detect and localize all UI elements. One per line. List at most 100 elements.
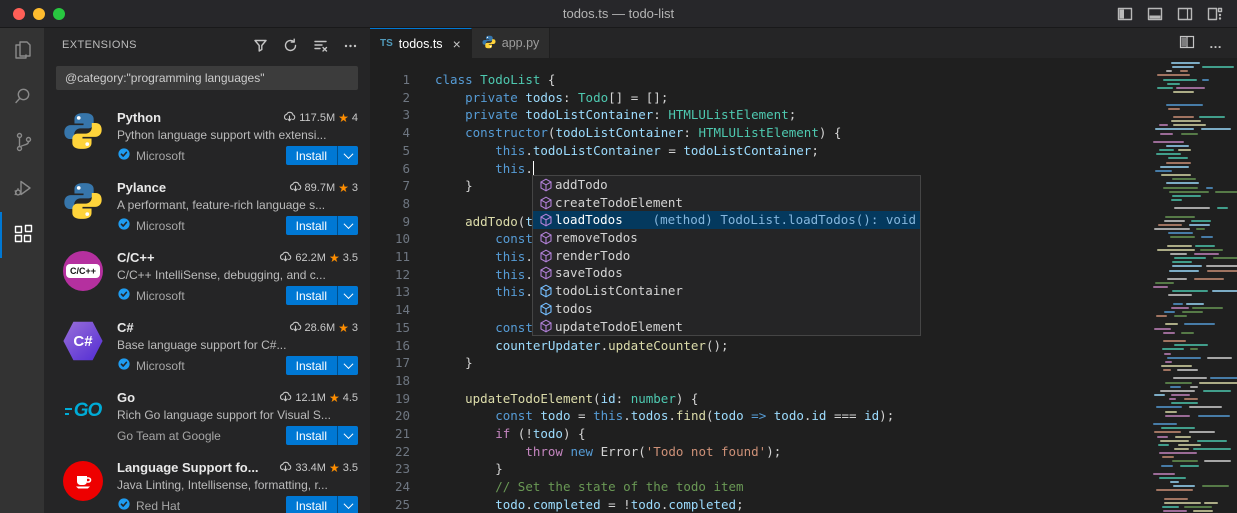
extension-item-pylance[interactable]: Pylance 89.7M ★ 3 A performant, feature-… — [44, 168, 370, 238]
download-count: 89.7M — [305, 182, 336, 194]
line-number: 22 — [370, 443, 410, 461]
field-icon — [536, 301, 555, 317]
extension-item-go[interactable]: GO Go 12.1M ★ 4.5 Rich Go language suppo… — [44, 378, 370, 448]
activity-bar-run-debug[interactable] — [0, 166, 44, 212]
install-button[interactable]: Install — [286, 496, 358, 513]
activity-bar-search[interactable] — [0, 74, 44, 120]
publisher-name: Microsoft — [136, 219, 185, 233]
extensions-search-box[interactable] — [56, 66, 358, 90]
chevron-down-icon — [343, 149, 353, 159]
method-icon — [536, 318, 555, 334]
extension-logo — [62, 180, 104, 222]
tab-todos-ts[interactable]: TS todos.ts × — [370, 28, 472, 58]
suggestion-label: updateTodoElement — [555, 318, 683, 336]
minimap[interactable] — [1149, 58, 1237, 513]
suggestion-detail: (method) TodoList.loadTodos(): void — [653, 211, 916, 229]
line-number: 15 — [370, 319, 410, 337]
install-dropdown-button[interactable] — [337, 216, 358, 235]
toggle-primary-sidebar-icon[interactable] — [1117, 6, 1133, 22]
suggestion-addTodo[interactable]: addTodo — [533, 176, 920, 194]
extension-item-c-c[interactable]: C/C++ C/C++ 62.2M ★ 3.5 C/C++ IntelliSen… — [44, 238, 370, 308]
rating-value: 3.5 — [343, 462, 358, 474]
extensions-search-input[interactable] — [57, 71, 357, 85]
suggestion-todoListContainer[interactable]: todoListContainer — [533, 282, 920, 300]
install-button[interactable]: Install — [286, 356, 358, 375]
rating-value: 4 — [352, 112, 358, 124]
verified-publisher-icon — [117, 357, 131, 374]
publisher-name: Go Team at Google — [117, 429, 221, 443]
extension-name: C/C++ — [117, 250, 155, 265]
star-icon: ★ — [329, 461, 340, 475]
toggle-secondary-sidebar-icon[interactable] — [1177, 6, 1193, 22]
clear-search-results-icon[interactable] — [310, 35, 330, 55]
extension-name: C# — [117, 320, 134, 335]
download-count-icon — [279, 390, 292, 405]
customize-layout-icon[interactable] — [1207, 6, 1223, 22]
suggestion-label: addTodo — [555, 176, 608, 194]
code-editor[interactable]: 1 class TodoList { 2 private todos: Todo… — [370, 58, 1237, 513]
code-line: 1 class TodoList { — [370, 71, 1237, 89]
extension-description: A performant, feature-rich language s... — [117, 198, 358, 212]
redhat-java-logo-icon — [63, 461, 103, 501]
extension-description: Base language support for C#... — [117, 338, 358, 352]
install-button[interactable]: Install — [286, 216, 358, 235]
extension-item-python[interactable]: Python 117.5M ★ 4 Python language suppor… — [44, 98, 370, 168]
suggestion-loadTodos[interactable]: loadTodos (method) TodoList.loadTodos():… — [533, 211, 920, 229]
install-button-label[interactable]: Install — [286, 496, 337, 513]
suggestion-removeTodos[interactable]: removeTodos — [533, 229, 920, 247]
title-bar: todos.ts — todo-list — [0, 0, 1237, 28]
suggestion-renderTodo[interactable]: renderTodo — [533, 247, 920, 265]
window-title: todos.ts — todo-list — [0, 6, 1237, 21]
install-button-label[interactable]: Install — [286, 356, 337, 375]
suggestion-updateTodoElement[interactable]: updateTodoElement — [533, 318, 920, 336]
line-number: 4 — [370, 124, 410, 142]
install-button-label[interactable]: Install — [286, 216, 337, 235]
refresh-icon[interactable] — [280, 35, 300, 55]
install-button-label[interactable]: Install — [286, 146, 337, 165]
more-editor-actions-icon[interactable]: … — [1209, 36, 1223, 51]
install-button-label[interactable]: Install — [286, 286, 337, 305]
suggestion-saveTodos[interactable]: saveTodos — [533, 264, 920, 282]
download-count: 28.6M — [305, 322, 336, 334]
install-dropdown-button[interactable] — [337, 146, 358, 165]
toggle-panel-icon[interactable] — [1147, 6, 1163, 22]
install-button[interactable]: Install — [286, 146, 358, 165]
activity-bar-source-control[interactable] — [0, 120, 44, 166]
method-icon — [536, 212, 555, 228]
more-actions-icon[interactable] — [340, 35, 360, 55]
activity-bar-explorer[interactable] — [0, 28, 44, 74]
vscode-window: todos.ts — todo-list EXTENSIONS — [0, 0, 1237, 513]
close-tab-icon[interactable]: × — [453, 36, 461, 52]
split-editor-icon[interactable] — [1179, 34, 1195, 53]
csharp-logo-icon: C# — [63, 321, 103, 361]
extension-item-c[interactable]: C# C# 28.6M ★ 3 Base language support fo… — [44, 308, 370, 378]
tab-app-py[interactable]: app.py — [472, 28, 551, 58]
install-button[interactable]: Install — [286, 426, 358, 445]
install-dropdown-button[interactable] — [337, 426, 358, 445]
suggestion-label: removeTodos — [555, 229, 638, 247]
install-dropdown-button[interactable] — [337, 356, 358, 375]
install-button[interactable]: Install — [286, 286, 358, 305]
star-icon: ★ — [329, 251, 340, 265]
code-line: 20 const todo = this.todos.find(todo => … — [370, 407, 1237, 425]
install-button-label[interactable]: Install — [286, 426, 337, 445]
method-icon — [536, 195, 555, 211]
suggestion-createTodoElement[interactable]: createTodoElement — [533, 194, 920, 212]
activity-bar-extensions[interactable] — [0, 212, 44, 258]
install-dropdown-button[interactable] — [337, 286, 358, 305]
star-icon: ★ — [338, 111, 349, 125]
tab-label: app.py — [502, 36, 540, 50]
extension-name: Pylance — [117, 180, 166, 195]
suggestion-todos[interactable]: todos — [533, 300, 920, 318]
chevron-down-icon — [343, 219, 353, 229]
line-number: 10 — [370, 230, 410, 248]
extension-item-language-support-fo[interactable]: Language Support fo... 33.4M ★ 3.5 Java … — [44, 448, 370, 513]
extension-logo: C/C++ — [62, 250, 104, 292]
filter-icon[interactable] — [250, 35, 270, 55]
install-dropdown-button[interactable] — [337, 496, 358, 513]
chevron-down-icon — [343, 429, 353, 439]
verified-publisher-icon — [117, 217, 131, 234]
extension-name: Go — [117, 390, 135, 405]
chevron-down-icon — [343, 289, 353, 299]
verified-publisher-icon — [117, 287, 131, 304]
